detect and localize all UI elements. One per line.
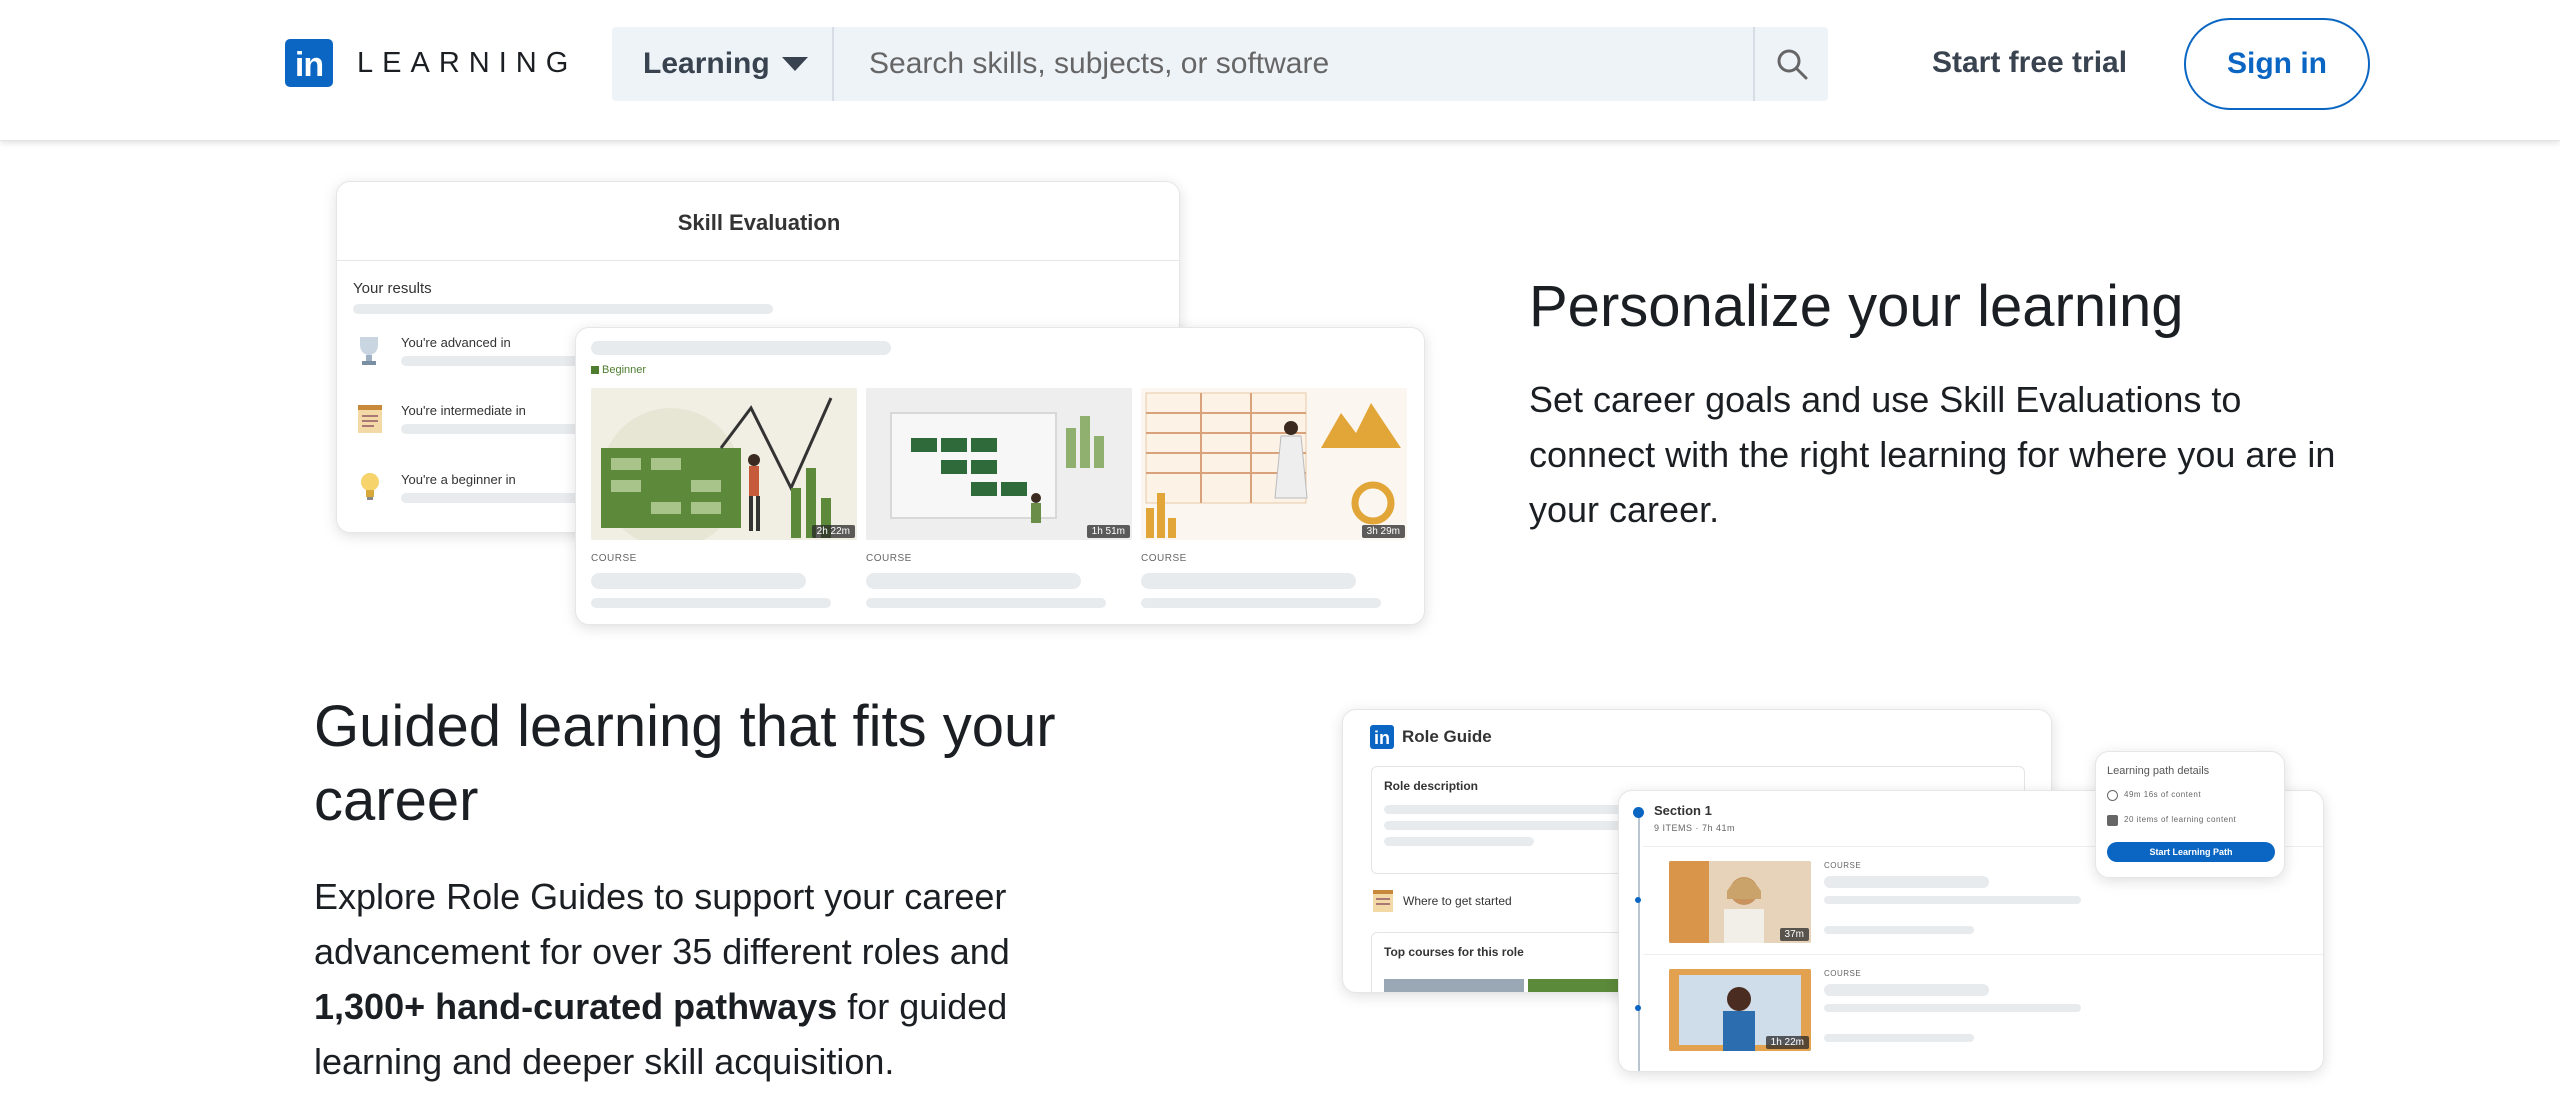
course-thumbnail[interactable]: 3h 29m <box>1141 388 1407 540</box>
logo-text: LEARNING <box>357 46 578 79</box>
timeline-dot <box>1635 1005 1641 1011</box>
timeline <box>1638 813 1640 1071</box>
search-category-label: Learning <box>643 47 770 80</box>
personalize-heading: Personalize your learning <box>1529 274 2184 339</box>
role-description-label: Role description <box>1384 779 1479 793</box>
skill-evaluation-title: Skill Evaluation <box>677 210 841 235</box>
course-thumbnail[interactable]: 1h 51m <box>866 388 1132 540</box>
start-free-trial-link[interactable]: Start free trial <box>1932 46 2127 80</box>
section-title: Section 1 <box>1654 803 1712 818</box>
intermediate-row-label: You're intermediate in <box>401 403 526 418</box>
course-thumbnail[interactable]: 2h 22m <box>591 388 857 540</box>
course-duration: 1h 51m <box>1086 525 1130 538</box>
course-recommendations-card: Beginner 2h 22m COURSE 1h 51m COURSE 3h … <box>575 327 1425 625</box>
beginner-badge: Beginner <box>591 364 646 376</box>
learning-path-details-popup: Learning path details 49m 16s of content… <box>2095 751 2285 878</box>
beginner-row-label: You're a beginner in <box>401 472 516 487</box>
course-duration: 37m <box>1779 928 1809 941</box>
search-icon <box>1777 49 1807 80</box>
caret-down-icon <box>781 57 808 71</box>
clock-icon <box>2107 790 2118 801</box>
search-button[interactable] <box>1753 27 1828 101</box>
role-guide-header: in Role Guide <box>1370 725 1492 749</box>
timeline-dot <box>1633 807 1644 818</box>
course-duration: 3h 29m <box>1361 525 1405 538</box>
course-label: COURSE <box>1824 861 1862 870</box>
timeline-dot <box>1635 897 1641 903</box>
course-label: COURSE <box>866 553 912 564</box>
guided-learning-bold: 1,300+ hand-curated pathways <box>314 986 838 1027</box>
guided-learning-heading: Guided learning that fits your career <box>314 694 1056 833</box>
where-to-start-label: Where to get started <box>1403 894 1512 908</box>
course-thumbnail[interactable]: 37m <box>1669 861 1811 943</box>
personalize-description: Set career goals and use Skill Evaluatio… <box>1529 379 2336 530</box>
linkedin-icon: in <box>285 39 333 87</box>
course-label: COURSE <box>1141 553 1187 564</box>
path-details-title: Learning path details <box>2107 765 2210 777</box>
course-thumbnail[interactable]: 1h 22m <box>1669 969 1811 1051</box>
lightbulb-icon <box>357 470 383 504</box>
top-courses-label: Top courses for this role <box>1384 945 1524 959</box>
list-icon <box>2107 815 2118 826</box>
beginner-icon <box>591 366 599 374</box>
path-content-duration: 49m 16s of content <box>2124 790 2202 799</box>
linkedin-learning-logo[interactable]: in LEARNING <box>285 39 577 87</box>
course-label: COURSE <box>1824 969 1862 978</box>
role-guide-title: Role Guide <box>1402 727 1492 746</box>
guided-learning-text-start: Explore Role Guides to support your care… <box>314 876 1010 972</box>
trophy-icon <box>355 334 383 368</box>
course-label: COURSE <box>591 553 637 564</box>
notepad-icon <box>1371 888 1395 914</box>
start-learning-path-button[interactable]: Start Learning Path <box>2107 842 2275 862</box>
guided-learning-description: Explore Role Guides to support your care… <box>314 869 1084 1089</box>
top-nav: in LEARNING Learning Start free trial Si… <box>0 0 2560 141</box>
your-results-label: Your results <box>353 280 432 297</box>
path-items-count: 20 items of learning content <box>2124 815 2237 824</box>
course-duration: 1h 22m <box>1765 1036 1809 1049</box>
search-bar: Learning <box>612 27 1828 101</box>
course-duration: 2h 22m <box>811 525 855 538</box>
advanced-row-label: You're advanced in <box>401 335 511 350</box>
sign-in-button[interactable]: Sign in <box>2184 18 2370 110</box>
search-category-dropdown[interactable]: Learning <box>612 27 834 101</box>
search-input[interactable] <box>834 27 1753 101</box>
linkedin-icon: in <box>1370 725 1394 749</box>
notepad-icon <box>355 402 385 436</box>
section-meta: 9 ITEMS · 7h 41m <box>1654 823 1736 833</box>
beginner-badge-label: Beginner <box>602 364 647 376</box>
